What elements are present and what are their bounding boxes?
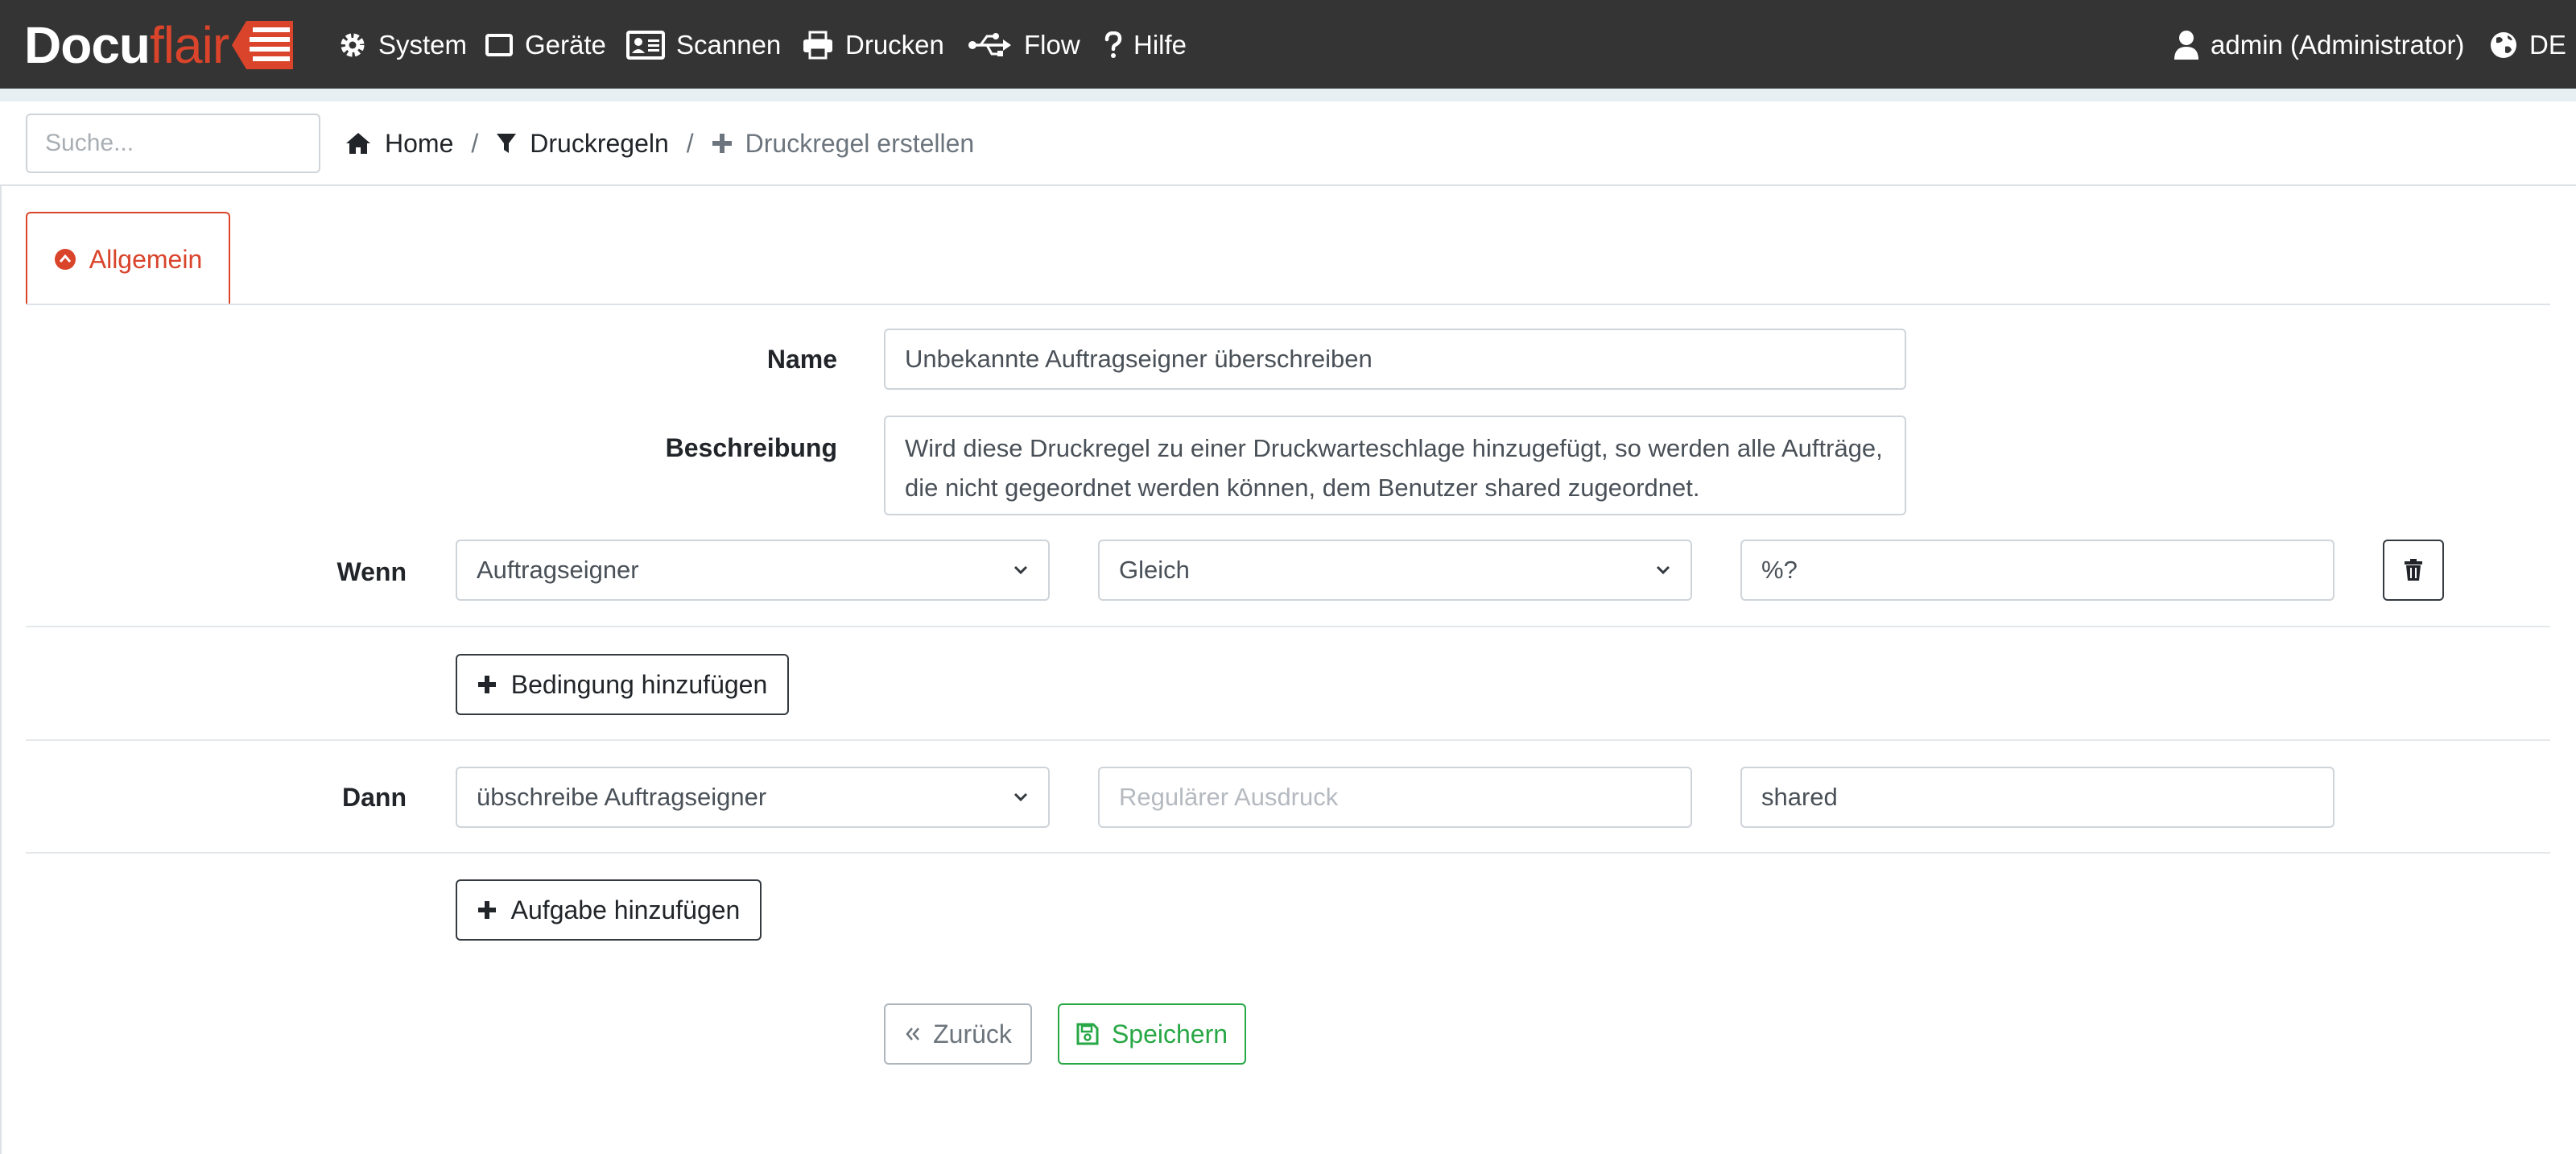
nav-user-menu[interactable]: admin (Administrator) [2174,23,2464,68]
back-button[interactable]: Zurück [884,1003,1032,1065]
chevron-down-icon [1013,792,1028,802]
description-field[interactable]: Wird diese Druckregel zu einer Druckwart… [884,416,1906,515]
question-icon [1104,31,1122,58]
breadcrumb-separator: / [686,128,694,158]
breadcrumb-print-rules[interactable]: Druckregeln [496,129,669,159]
chevron-down-icon [1013,565,1028,575]
device-icon [485,34,513,56]
when-value-field[interactable]: %? [1740,540,2334,601]
then-value-field[interactable]: shared [1740,767,2334,828]
nav-print[interactable]: Drucken [802,23,944,68]
delete-condition-button[interactable] [2383,540,2444,601]
name-field[interactable]: Unbekannte Auftragseigner überschreiben [884,329,1906,390]
breadcrumb-home[interactable]: Home [345,129,453,159]
plus-icon [477,676,496,693]
search-input[interactable] [26,114,320,173]
plus-icon [477,901,496,919]
name-label: Name [766,345,837,374]
usb-icon [968,33,1011,56]
navbar-accent-strip [0,89,2576,101]
plus-icon [712,134,732,153]
brand-logo[interactable]: Docuflair [24,16,295,74]
save-button[interactable]: Speichern [1058,1003,1246,1065]
chevron-down-icon [1656,565,1670,575]
when-operator-select[interactable]: Gleich [1098,540,1692,601]
nav-scan[interactable]: Scannen [626,23,781,68]
warning-circle-icon [54,249,76,270]
trash-icon [2405,559,2422,581]
floppy-disk-icon [1076,1023,1099,1045]
home-icon [346,133,370,154]
row-divider [26,852,2550,854]
tab-general[interactable]: Allgemein [26,212,230,305]
filter-icon [497,134,517,153]
card-border [0,186,2,1154]
row-divider [26,739,2550,741]
then-action-select[interactable]: übschreibe Auftragseigner [456,767,1050,828]
user-icon [2174,31,2198,60]
nav-flow[interactable]: Flow [968,23,1080,68]
nav-devices[interactable]: Geräte [485,23,606,68]
breadcrumb-separator: / [471,128,479,158]
breadcrumb-current: Druckregel erstellen [712,129,974,159]
id-card-icon [626,31,665,60]
tab-divider [26,304,2550,305]
header-divider [0,184,2576,186]
globe-icon [2491,32,2516,58]
then-label: Dann [342,783,407,812]
when-label: Wenn [336,557,407,586]
breadcrumb: Home / Druckregeln / Druckregel erstelle… [345,121,974,166]
double-chevron-left-icon [906,1028,920,1040]
add-task-button[interactable]: Aufgabe hinzufügen [456,879,762,941]
regex-field[interactable]: Regulärer Ausdruck [1098,767,1692,828]
nav-language[interactable]: DE [2489,23,2566,68]
row-divider [26,626,2550,627]
when-field-select[interactable]: Auftragseigner [456,540,1050,601]
docuflair-logo-icon [232,21,294,69]
gear-icon [341,33,365,57]
nav-system[interactable]: System [338,23,467,68]
printer-icon [803,31,832,60]
brand-name: Docuflair [24,16,229,74]
nav-help[interactable]: Hilfe [1104,23,1187,68]
add-condition-button[interactable]: Bedingung hinzufügen [456,654,789,715]
description-label: Beschreibung [665,433,837,462]
